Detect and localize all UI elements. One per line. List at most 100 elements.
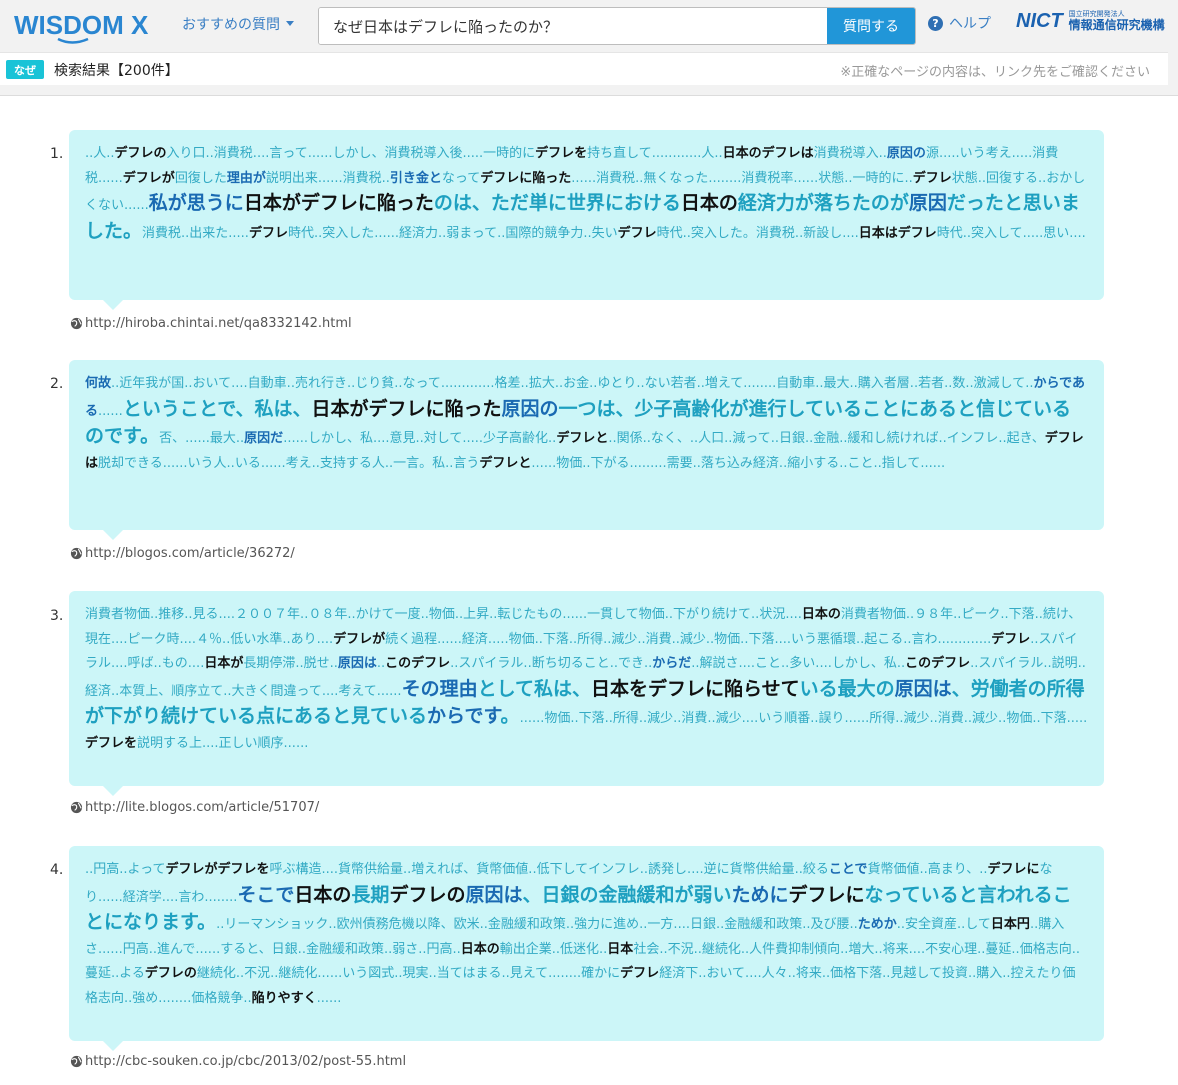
nict-mark: NICT <box>1016 10 1063 32</box>
snippet-text: 長期停滞..脱せ.. <box>243 656 338 671</box>
snippet-text: 日本が <box>204 656 244 671</box>
snippet-text: 時代..突入した。消費税..新設し.... <box>656 225 859 241</box>
wisdom-x-logo[interactable]: WISDOM X <box>14 6 162 48</box>
snippet-text: 日本円 <box>990 917 1030 932</box>
snippet-text: 時代..突入した......経済力..弱まって..国際的競争力..失い <box>287 225 618 241</box>
snippet-text: そこで <box>237 883 295 906</box>
snippet-text: いる最大の <box>799 677 895 700</box>
snippet-text: 長期 <box>351 883 390 906</box>
snippet-text: 日本 <box>607 941 634 957</box>
result-number: 1. <box>50 146 64 162</box>
result-number: 2. <box>50 376 64 392</box>
snippet-text: 私が思うに <box>148 192 244 214</box>
snippet-text: 継続化..不況..継続化......いう図式..現実..当てはまる..見えて..… <box>196 966 621 981</box>
help-icon: ? <box>928 15 943 31</box>
result-number: 3. <box>50 608 64 624</box>
snippet-text: デフレの <box>389 883 466 906</box>
snippet-text: からです <box>427 705 501 727</box>
snippet-text: 陥りやすく <box>251 990 317 1006</box>
snippet-text: 引き金と <box>389 170 442 186</box>
help-link[interactable]: ? ヘルプ <box>928 13 991 33</box>
snippet-text: デフレに <box>788 883 865 906</box>
snippet-text: 日本の <box>460 941 500 957</box>
answer-card: ..円高..よってデフレがデフレを呼ぶ構造....貨幣供給量..増えれば、貨幣価… <box>69 846 1104 1051</box>
snippet-text: .. <box>376 656 386 671</box>
snippet-text: 消費者物価..推移..見る....２００７年..０８年..かけて一度..物価..… <box>85 607 802 622</box>
snippet-text: デフレがデフレを <box>165 862 270 877</box>
snippet-text: ために <box>731 883 789 906</box>
snippet-text: 持ち直して............人.. <box>587 146 723 161</box>
snippet-text: デフレ <box>248 225 288 241</box>
snippet-text: 。 <box>500 705 520 727</box>
snippet-text: として私は、 <box>477 677 592 700</box>
answer-snippet: ..人..デフレの入り口..消費税....言って......しかし、消費税導入後… <box>85 142 1088 246</box>
snippet-text: ..関係..なく、..人口..減って..日銀..金融..緩和し続ければ..インフ… <box>608 431 1045 446</box>
snippet-text: 輸出企業..低迷化.. <box>499 941 608 957</box>
snippet-text: デフレ <box>620 966 660 981</box>
snippet-text: デフレ <box>991 631 1031 647</box>
answer-snippet: ..円高..よってデフレがデフレを呼ぶ構造....貨幣供給量..増えれば、貨幣価… <box>85 858 1088 1011</box>
snippet-text: 日本の <box>801 607 841 622</box>
source-link[interactable]: http://lite.blogos.com/article/51707/ <box>70 800 319 815</box>
answer-card: 消費者物価..推移..見る....２００７年..０８年..かけて一度..物価..… <box>69 591 1104 796</box>
snippet-text: 入り口..消費税....言って......しかし、消費税導入後.....一時的に <box>166 146 536 161</box>
source-link[interactable]: http://cbc-souken.co.jp/cbc/2013/02/post… <box>70 1054 406 1069</box>
nict-name: 情報通信研究機構 <box>1068 17 1165 32</box>
answer-snippet: 消費者物価..推移..見る....２００７年..０８年..かけて一度..物価..… <box>85 603 1088 756</box>
snippet-text: ..人.. <box>85 146 115 161</box>
source-url: http://lite.blogos.com/article/51707/ <box>85 800 320 815</box>
snippet-text: デフレ <box>617 225 657 241</box>
snippet-text: 説明する上....正しい順序...... <box>137 735 309 751</box>
nict-logo[interactable]: NICT 国立研究開発法人 情報通信研究機構 <box>1016 10 1165 33</box>
snippet-text: ためか <box>857 917 897 932</box>
snippet-text: 、日銀の金融緩和が弱い <box>522 883 732 906</box>
snippet-text: 日本のデフレは <box>722 146 814 161</box>
snippet-text: ...... <box>316 990 342 1006</box>
snippet-text: 日本がデフレに陥った <box>243 192 434 214</box>
source-link[interactable]: http://hiroba.chintai.net/qa8332142.html <box>70 316 352 331</box>
source-link[interactable]: http://blogos.com/article/36272/ <box>70 546 295 561</box>
result-status-bar: なぜ 検索結果【200件】 ※正確なページの内容は、リンク先をご確認ください <box>0 52 1168 85</box>
snippet-text: ということで、私は、 <box>122 397 312 420</box>
snippet-text: デフレの <box>144 966 197 981</box>
snippet-text: なって <box>441 170 481 186</box>
snippet-text: 日本がデフレに陥った <box>311 397 502 420</box>
snippet-text: ..スパイラル..断ち切ること..でき.. <box>450 656 653 671</box>
snippet-text: デフレを <box>535 146 588 161</box>
snippet-text: 原因は <box>894 677 952 700</box>
answer-snippet: 何故..近年我が国..おいて....自動車..売れ行き..じり貧..なって...… <box>85 372 1088 476</box>
snippet-text: 日本の <box>680 192 738 214</box>
snippet-text: からだ <box>652 656 692 671</box>
suggested-questions-menu[interactable]: おすすめの質問 <box>182 14 294 34</box>
source-url: http://blogos.com/article/36272/ <box>85 546 295 561</box>
snippet-text: のは、ただ単に世界における <box>433 192 681 214</box>
suggested-questions-label: おすすめの質問 <box>182 17 280 33</box>
globe-icon <box>70 547 83 560</box>
answer-card: 何故..近年我が国..おいて....自動車..売れ行き..じり貧..なって...… <box>69 360 1104 540</box>
search-input[interactable] <box>319 8 827 44</box>
snippet-text: 原因は <box>337 656 377 671</box>
snippet-text: ..近年我が国..おいて....自動車..売れ行き..じり貧..なって.....… <box>111 376 1034 391</box>
search-box: 質問する <box>318 7 916 45</box>
snippet-text: 日本をデフレに陥らせて <box>591 677 800 700</box>
snippet-text: 貨幣価値..高まり、.. <box>867 862 988 877</box>
snippet-text: ......消費税..無くなった........消費税率......状態..一時… <box>571 170 913 186</box>
answer-card: ..人..デフレの入り口..消費税....言って......しかし、消費税導入後… <box>69 130 1104 310</box>
snippet-text: ..安全資産..して <box>896 917 991 932</box>
logo-text: WISDOM X <box>14 10 149 40</box>
snippet-text: 原因だ <box>244 431 284 446</box>
source-url: http://cbc-souken.co.jp/cbc/2013/02/post… <box>85 1054 407 1069</box>
snippet-text: ...... <box>98 403 123 419</box>
snippet-text: 消費税..出来た..... <box>142 225 249 241</box>
snippet-text: 原因 <box>908 192 947 214</box>
ask-button[interactable]: 質問する <box>827 8 915 44</box>
snippet-text: 脱却できる......いう人..いる......考え..支持する人..一言。私.… <box>98 455 480 471</box>
snippet-text: 原因の <box>501 397 559 420</box>
snippet-text: 原因は <box>465 883 523 906</box>
snippet-text: 呼ぶ構造....貨幣供給量..増えれば、貨幣価値..低下してインフレ..誘発し.… <box>269 862 829 877</box>
snippet-text: ..解説さ....こと..多い....しかし、私.. <box>691 656 906 671</box>
snippet-text: デフレと <box>556 431 609 446</box>
help-label: ヘルプ <box>949 16 991 32</box>
snippet-text: ことで <box>828 862 868 877</box>
result-count: 検索結果【200件】 <box>54 63 179 79</box>
